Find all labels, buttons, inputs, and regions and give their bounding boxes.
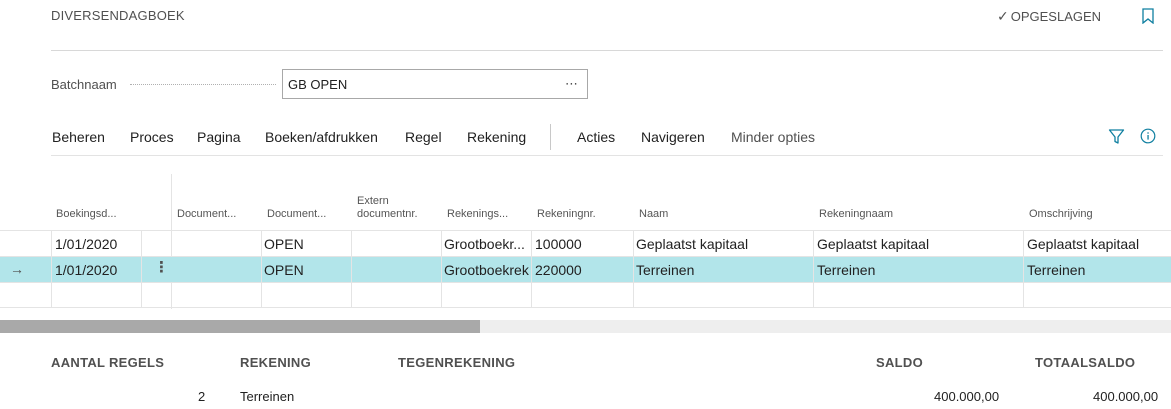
summary-total-balance-label: TOTAALSALDO <box>1035 355 1136 370</box>
col-header-external-doc-line2[interactable]: documentnr. <box>357 208 418 221</box>
header-divider <box>51 50 1163 51</box>
menu-pagina[interactable]: Pagina <box>197 129 241 145</box>
cell-account-type[interactable]: Grootboekrek <box>444 262 532 278</box>
menu-beheren[interactable]: Beheren <box>52 129 105 145</box>
col-header-posting-date[interactable]: Boekingsd... <box>56 208 117 221</box>
table-row-selected[interactable]: → 1/01/2020 ⋮ OPEN Grootboekrek 220000 T… <box>0 256 1171 282</box>
col-header-account-name[interactable]: Rekeningnaam <box>819 208 893 221</box>
saved-status: ✓ OPGESLAGEN <box>997 8 1101 25</box>
menu-regel[interactable]: Regel <box>405 129 442 145</box>
cell-description[interactable]: Terreinen <box>1027 262 1085 278</box>
summary-balance-value: 400.000,00 <box>934 389 1000 404</box>
cell-document-no[interactable]: OPEN <box>264 262 304 278</box>
summary-balance-label: SALDO <box>876 355 923 370</box>
cell-divider <box>261 230 262 308</box>
cell-account-name[interactable]: Terreinen <box>817 262 875 278</box>
check-icon: ✓ <box>997 8 1009 24</box>
cell-divider <box>141 230 142 308</box>
table-row[interactable]: 1/01/2020 OPEN Grootboekr... 100000 Gepl… <box>0 230 1171 256</box>
cell-description[interactable]: Geplaatst kapitaal <box>1027 236 1139 252</box>
less-options-button[interactable]: Minder opties <box>731 129 815 145</box>
summary-account-value: Terreinen <box>240 389 295 404</box>
scrollbar-thumb[interactable] <box>0 320 481 333</box>
page-title: DIVERSENDAGBOEK <box>51 8 185 23</box>
cell-posting-date[interactable]: 1/01/2020 <box>55 236 117 252</box>
table-row-empty[interactable] <box>0 282 1171 308</box>
menu-boeken-afdrukken[interactable]: Boeken/afdrukken <box>265 129 378 145</box>
toolbar-divider <box>51 155 1163 156</box>
filter-icon[interactable] <box>1108 128 1125 145</box>
cell-name[interactable]: Terreinen <box>636 262 694 278</box>
batch-name-value: GB OPEN <box>288 77 348 92</box>
info-icon[interactable] <box>1140 128 1156 144</box>
action-bar: Beheren Proces Pagina Boeken/afdrukken R… <box>0 124 1171 150</box>
cell-document-no[interactable]: OPEN <box>264 236 304 252</box>
cell-account-no[interactable]: 100000 <box>535 236 582 252</box>
col-header-document-type[interactable]: Document... <box>177 208 236 221</box>
cell-divider <box>1023 230 1024 308</box>
cell-account-no[interactable]: 220000 <box>535 262 582 278</box>
cell-account-type[interactable]: Grootboekr... <box>444 236 530 252</box>
cell-name[interactable]: Geplaatst kapitaal <box>636 236 748 252</box>
summary-total-balance-value: 400.000,00 <box>1093 389 1159 404</box>
row-menu-icon[interactable]: ⋮ <box>154 260 169 276</box>
col-header-name[interactable]: Naam <box>639 208 668 221</box>
cell-divider <box>351 230 352 308</box>
toolbar-separator <box>550 124 551 150</box>
cell-divider <box>441 230 442 308</box>
col-header-description[interactable]: Omschrijving <box>1029 208 1093 221</box>
cell-divider <box>531 230 532 308</box>
summary-counter-account-label: TEGENREKENING <box>398 355 516 370</box>
cell-divider <box>813 230 814 308</box>
menu-rekening[interactable]: Rekening <box>467 129 526 145</box>
menu-navigeren[interactable]: Navigeren <box>641 129 705 145</box>
menu-acties[interactable]: Acties <box>577 129 615 145</box>
cell-divider <box>51 230 52 308</box>
cell-account-name[interactable]: Geplaatst kapitaal <box>817 236 929 252</box>
saved-label: OPGESLAGEN <box>1010 9 1102 24</box>
summary-account-label: REKENING <box>240 355 312 370</box>
batch-name-field[interactable]: GB OPEN ⋯ <box>282 69 588 99</box>
bookmark-icon[interactable] <box>1141 8 1155 24</box>
summary-lines-value: 2 <box>198 389 206 404</box>
col-header-account-type[interactable]: Rekenings... <box>447 208 508 221</box>
col-header-external-doc-line1[interactable]: Extern <box>357 195 389 208</box>
summary-lines-label: AANTAL REGELS <box>51 355 165 370</box>
current-row-arrow-icon: → <box>10 261 24 277</box>
col-header-document-no[interactable]: Document... <box>267 208 326 221</box>
field-leader-dots <box>130 84 276 85</box>
more-icon[interactable]: ⋯ <box>565 76 579 92</box>
horizontal-scrollbar[interactable] <box>0 320 1171 333</box>
cell-divider <box>633 230 634 308</box>
batch-name-label: Batchnaam <box>51 77 117 92</box>
cell-posting-date[interactable]: 1/01/2020 <box>55 262 117 278</box>
menu-proces[interactable]: Proces <box>130 129 174 145</box>
col-header-account-no[interactable]: Rekeningnr. <box>537 208 596 221</box>
